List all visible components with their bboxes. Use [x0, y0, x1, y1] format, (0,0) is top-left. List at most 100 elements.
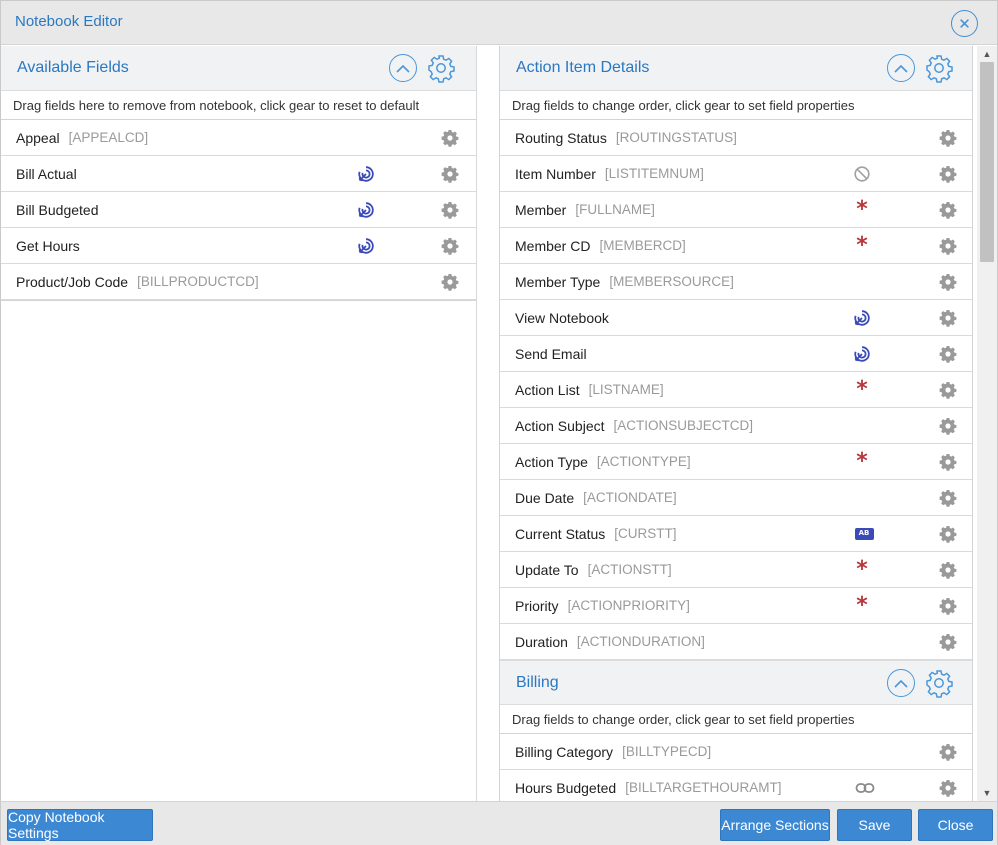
collapse-section-icon[interactable] — [389, 54, 417, 82]
billing-header: Billing — [500, 660, 972, 705]
field-settings-gear-icon[interactable] — [441, 237, 459, 255]
section-settings-gear-icon[interactable] — [426, 53, 456, 83]
dialog-title: Notebook Editor — [15, 13, 123, 30]
field-settings-gear-icon[interactable] — [939, 417, 957, 435]
field-settings-gear-icon[interactable] — [441, 165, 459, 183]
field-label: Update To — [515, 561, 579, 578]
close-dialog-icon[interactable]: ✕ — [951, 10, 978, 37]
field-code: [APPEALCD] — [68, 130, 149, 145]
scroll-up-arrow-icon[interactable]: ▲ — [977, 46, 997, 62]
field-label: Member CD — [515, 237, 591, 254]
field-code: [BILLPRODUCTCD] — [137, 274, 259, 289]
collapse-section-icon[interactable] — [887, 669, 915, 697]
target-icon — [357, 165, 375, 183]
action-item-details-section: Action Item Details Drag fields to chang… — [499, 46, 973, 660]
field-settings-gear-icon[interactable] — [939, 237, 957, 255]
field-settings-gear-icon[interactable] — [441, 273, 459, 291]
required-icon: * — [856, 593, 868, 618]
field-row-priority[interactable]: Priority [ACTIONPRIORITY] * — [500, 588, 972, 624]
field-settings-gear-icon[interactable] — [939, 381, 957, 399]
field-settings-gear-icon[interactable] — [939, 309, 957, 327]
field-label: Hours Budgeted — [515, 779, 617, 796]
field-row-current-status[interactable]: Current Status [CURSTT] AB — [500, 516, 972, 552]
field-row-hours-budgeted[interactable]: Hours Budgeted [BILLTARGETHOURAMT] — [500, 770, 972, 801]
ab-icon: AB — [853, 525, 875, 543]
field-row-member[interactable]: Member [FULLNAME] * — [500, 192, 972, 228]
save-button[interactable]: Save — [837, 809, 912, 841]
arrange-sections-button[interactable]: Arrange Sections — [720, 809, 830, 841]
field-settings-gear-icon[interactable] — [939, 201, 957, 219]
field-label: Current Status — [515, 525, 606, 542]
target-icon — [357, 237, 375, 255]
field-code: [ACTIONDURATION] — [576, 634, 705, 649]
field-code: [ACTIONDATE] — [583, 490, 677, 505]
field-settings-gear-icon[interactable] — [939, 489, 957, 507]
field-row-bill-actual[interactable]: Bill Actual — [1, 156, 476, 192]
field-label: Product/Job Code — [16, 273, 129, 290]
field-code: [ACTIONPRIORITY] — [567, 598, 690, 613]
dialog-footer: Copy Notebook Settings Arrange Sections … — [1, 801, 997, 845]
field-row-routing-status[interactable]: Routing Status [ROUTINGSTATUS] — [500, 120, 972, 156]
field-settings-gear-icon[interactable] — [939, 129, 957, 147]
field-settings-gear-icon[interactable] — [939, 597, 957, 615]
field-settings-gear-icon[interactable] — [939, 453, 957, 471]
field-row-update-to[interactable]: Update To [ACTIONSTT] * — [500, 552, 972, 588]
field-label: Due Date — [515, 489, 575, 506]
field-code: [ACTIONTYPE] — [596, 454, 691, 469]
billing-section: Billing Drag fields to change order, cli… — [499, 660, 973, 801]
field-label: Action Subject — [515, 417, 605, 434]
copy-notebook-settings-button[interactable]: Copy Notebook Settings — [7, 809, 153, 841]
field-row-member-type[interactable]: Member Type [MEMBERSOURCE] — [500, 264, 972, 300]
field-settings-gear-icon[interactable] — [939, 165, 957, 183]
field-row-duration[interactable]: Duration [ACTIONDURATION] — [500, 624, 972, 660]
field-row-due-date[interactable]: Due Date [ACTIONDATE] — [500, 480, 972, 516]
available-fields-section: Available Fields Drag fields here to rem… — [1, 46, 476, 301]
field-settings-gear-icon[interactable] — [939, 633, 957, 651]
close-button[interactable]: Close — [918, 809, 993, 841]
billing-title: Billing — [516, 674, 559, 691]
field-code: [BILLTYPECD] — [622, 744, 712, 759]
field-row-billing-category[interactable]: Billing Category [BILLTYPECD] — [500, 734, 972, 770]
dialog-titlebar: Notebook Editor ✕ — [1, 1, 997, 45]
field-row-bill-budgeted[interactable]: Bill Budgeted — [1, 192, 476, 228]
field-row-appeal[interactable]: Appeal [APPEALCD] — [1, 120, 476, 156]
required-icon: * — [856, 449, 868, 474]
field-row-member-cd[interactable]: Member CD [MEMBERCD] * — [500, 228, 972, 264]
field-settings-gear-icon[interactable] — [441, 129, 459, 147]
field-settings-gear-icon[interactable] — [939, 525, 957, 543]
section-settings-gear-icon[interactable] — [924, 53, 954, 83]
collapse-section-icon[interactable] — [887, 54, 915, 82]
required-icon: * — [856, 557, 868, 582]
notebook-editor-dialog: Notebook Editor ✕ Available Fields Drag … — [0, 0, 998, 845]
field-settings-gear-icon[interactable] — [441, 201, 459, 219]
field-label: Appeal — [16, 129, 60, 146]
notebook-sections-scroll: Action Item Details Drag fields to chang… — [499, 46, 973, 801]
field-row-action-type[interactable]: Action Type [ACTIONTYPE] * — [500, 444, 972, 480]
field-settings-gear-icon[interactable] — [939, 273, 957, 291]
field-settings-gear-icon[interactable] — [939, 561, 957, 579]
action-item-details-title: Action Item Details — [516, 59, 650, 76]
field-row-get-hours[interactable]: Get Hours — [1, 228, 476, 264]
field-row-product-job-code[interactable]: Product/Job Code [BILLPRODUCTCD] — [1, 264, 476, 300]
field-label: Priority — [515, 597, 559, 614]
scroll-down-arrow-icon[interactable]: ▼ — [977, 785, 997, 801]
section-settings-gear-icon[interactable] — [924, 668, 954, 698]
vertical-scrollbar[interactable]: ▲ ▼ — [977, 46, 997, 801]
field-settings-gear-icon[interactable] — [939, 345, 957, 363]
field-label: Bill Budgeted — [16, 201, 99, 218]
field-row-send-email[interactable]: Send Email — [500, 336, 972, 372]
scroll-thumb[interactable] — [980, 62, 994, 262]
field-code: [CURSTT] — [614, 526, 677, 541]
field-row-action-subject[interactable]: Action Subject [ACTIONSUBJECTCD] — [500, 408, 972, 444]
field-code: [FULLNAME] — [575, 202, 655, 217]
field-row-item-number[interactable]: Item Number [LISTITEMNUM] — [500, 156, 972, 192]
field-label: Duration — [515, 633, 568, 650]
field-row-view-notebook[interactable]: View Notebook — [500, 300, 972, 336]
field-settings-gear-icon[interactable] — [939, 779, 957, 797]
no-entry-icon — [853, 165, 871, 183]
available-fields-header: Available Fields — [1, 46, 476, 91]
field-settings-gear-icon[interactable] — [939, 743, 957, 761]
field-row-action-list[interactable]: Action List [LISTNAME] * — [500, 372, 972, 408]
field-label: Member Type — [515, 273, 601, 290]
required-icon: * — [856, 197, 868, 222]
